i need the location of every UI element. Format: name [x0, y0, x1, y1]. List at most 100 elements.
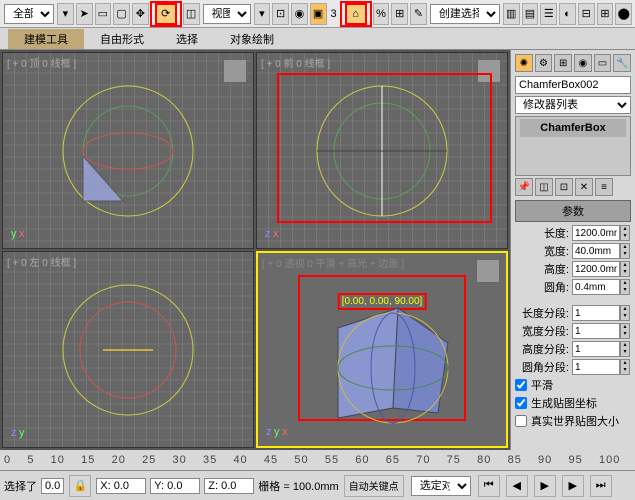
- main-toolbar: 全部 ▾ ➤ ▭ ▢ ✥ ⟳ ◫ 视图 ▾ ⊡ ◉ ▣ 3 ⌂ % ⊞ ✎ 创建…: [0, 0, 635, 28]
- realworld-label: 真实世界贴图大小: [531, 413, 619, 429]
- rect-select-icon[interactable]: ▭: [95, 3, 112, 25]
- object-name-input[interactable]: [515, 76, 631, 94]
- spinner-icon[interactable]: ▴▾: [620, 261, 630, 277]
- snap-highlight: ⌂: [340, 1, 372, 27]
- time-ruler: 0 5 10 15 20 25 30 35 40 45 50 55 60 65 …: [4, 454, 620, 466]
- rotate-gizmo: [48, 71, 208, 231]
- scale-icon[interactable]: ◫: [183, 3, 200, 25]
- hierarchy-tab-icon[interactable]: ⊞: [554, 54, 572, 72]
- spinner-icon[interactable]: ▴▾: [620, 243, 630, 259]
- tab-modeling[interactable]: 建模工具: [8, 29, 84, 49]
- spinner-icon[interactable]: ▴▾: [620, 359, 630, 375]
- move-icon[interactable]: ✥: [132, 3, 149, 25]
- tab-objectpaint[interactable]: 对象绘制: [214, 29, 290, 49]
- genmap-label: 生成贴图坐标: [531, 395, 597, 411]
- rotate-icon[interactable]: ⟳: [155, 3, 177, 25]
- smooth-checkbox[interactable]: [515, 379, 527, 391]
- spinner-icon[interactable]: ▴▾: [620, 305, 630, 321]
- command-tabs: ✺ ⚙ ⊞ ◉ ▭ 🔧: [515, 54, 631, 72]
- params-rollout-header[interactable]: 参数: [515, 200, 631, 222]
- tool-btn[interactable]: ◉: [291, 3, 308, 25]
- viewport-label: [ + 0 透视 0 平滑 + 高光 + 边面 ]: [262, 255, 404, 270]
- tool-btn[interactable]: ▣: [310, 3, 327, 25]
- angle-snap-icon[interactable]: ⌂: [345, 3, 367, 25]
- fseg-label: 圆角分段:: [515, 359, 569, 375]
- tab-freeform[interactable]: 自由形式: [84, 29, 160, 49]
- width-input[interactable]: [572, 243, 620, 259]
- tool-btn[interactable]: ✎: [410, 3, 427, 25]
- viewport-label: [ + 0 左 0 线框 ]: [7, 254, 76, 269]
- curve-editor-icon[interactable]: ⊟: [578, 3, 595, 25]
- axis-tripod: y x: [11, 228, 25, 240]
- modifier-stack[interactable]: ChamferBox: [515, 116, 631, 176]
- axis-tripod: z x: [265, 228, 279, 240]
- arrow-icon[interactable]: ➤: [76, 3, 93, 25]
- play-prev-icon[interactable]: ◀: [506, 475, 528, 497]
- coord-z[interactable]: Z: 0.0: [204, 478, 254, 494]
- length-input[interactable]: [572, 225, 620, 241]
- spinner-icon[interactable]: ▴▾: [620, 323, 630, 339]
- autokey-button[interactable]: 自动关键点: [344, 475, 404, 497]
- align-icon[interactable]: ▤: [522, 3, 539, 25]
- lock-selection-icon[interactable]: 🔒: [69, 475, 91, 497]
- unique-icon[interactable]: ⊡: [555, 178, 573, 196]
- keymode-dropdown[interactable]: 选定对象: [411, 476, 471, 496]
- play-end-icon[interactable]: ⏭: [590, 475, 612, 497]
- layers-icon[interactable]: ☰: [540, 3, 557, 25]
- utilities-tab-icon[interactable]: 🔧: [613, 54, 631, 72]
- refcoord-dropdown[interactable]: 视图: [203, 4, 251, 24]
- modifier-list-dropdown[interactable]: 修改器列表: [515, 96, 631, 114]
- viewport-perspective[interactable]: [ + 0 透视 0 平滑 + 高光 + 边面 ] [0.00, 0.00, 9…: [256, 251, 508, 448]
- spinner-icon[interactable]: ▴▾: [620, 225, 630, 241]
- tool-btn[interactable]: ▾: [57, 3, 74, 25]
- tool-btn[interactable]: ⊞: [597, 3, 614, 25]
- viewport-label: [ + 0 顶 0 线框 ]: [7, 55, 76, 70]
- show-result-icon[interactable]: ◫: [535, 178, 553, 196]
- axis-tripod: z y: [11, 427, 25, 439]
- viewports: [ + 0 顶 0 线框 ] y x [ + 0 前 0 线框 ] z x: [0, 50, 510, 450]
- fseg-input[interactable]: [572, 359, 620, 375]
- viewport-top[interactable]: [ + 0 顶 0 线框 ] y x: [2, 52, 254, 249]
- realworld-checkbox[interactable]: [515, 415, 527, 427]
- length-label: 长度:: [515, 225, 569, 241]
- display-tab-icon[interactable]: ▭: [594, 54, 612, 72]
- configure-icon[interactable]: ≡: [595, 178, 613, 196]
- coord-x[interactable]: X: 0.0: [96, 478, 146, 494]
- height-input[interactable]: [572, 261, 620, 277]
- motion-tab-icon[interactable]: ◉: [574, 54, 592, 72]
- spinner-icon[interactable]: ▴▾: [620, 279, 630, 295]
- create-tab-icon[interactable]: ✺: [515, 54, 533, 72]
- wseg-input[interactable]: [572, 323, 620, 339]
- viewport-left[interactable]: [ + 0 左 0 线框 ] z y: [2, 251, 254, 448]
- tool-btn[interactable]: ◐: [559, 3, 576, 25]
- viewcube-icon[interactable]: [223, 59, 247, 83]
- mirror-icon[interactable]: ▥: [503, 3, 520, 25]
- ribbon-bar: 建模工具 自由形式 选择 对象绘制: [0, 28, 635, 50]
- fillet-input[interactable]: [572, 279, 620, 295]
- selection-set-dropdown[interactable]: 创建选择集: [430, 4, 500, 24]
- play-start-icon[interactable]: ⏮: [478, 475, 500, 497]
- hseg-input[interactable]: [572, 341, 620, 357]
- remove-mod-icon[interactable]: ✕: [575, 178, 593, 196]
- timeline[interactable]: 0 5 10 15 20 25 30 35 40 45 50 55 60 65 …: [0, 450, 635, 470]
- tool-btn[interactable]: ⊡: [272, 3, 289, 25]
- stack-item[interactable]: ChamferBox: [520, 119, 626, 137]
- percent-snap-icon[interactable]: %: [373, 3, 390, 25]
- status-bar: 选择了 0.0 🔒 X: 0.0 Y: 0.0 Z: 0.0 栅格 = 100.…: [0, 470, 635, 500]
- center-icon[interactable]: ▾: [254, 3, 271, 25]
- lseg-input[interactable]: [572, 305, 620, 321]
- material-icon[interactable]: ⬤: [615, 3, 632, 25]
- viewport-front[interactable]: [ + 0 前 0 线框 ] z x: [256, 52, 508, 249]
- spinner-icon[interactable]: ▴▾: [620, 341, 630, 357]
- tool-btn[interactable]: ⊞: [391, 3, 408, 25]
- pin-stack-icon[interactable]: 📌: [515, 178, 533, 196]
- tab-selection[interactable]: 选择: [160, 29, 214, 49]
- tool-btn[interactable]: ▢: [113, 3, 130, 25]
- play-icon[interactable]: ▶: [534, 475, 556, 497]
- coord-y[interactable]: Y: 0.0: [150, 478, 200, 494]
- genmap-checkbox[interactable]: [515, 397, 527, 409]
- filter-dropdown[interactable]: 全部: [4, 4, 54, 24]
- play-next-icon[interactable]: ▶: [562, 475, 584, 497]
- modify-tab-icon[interactable]: ⚙: [535, 54, 553, 72]
- command-panel: ✺ ⚙ ⊞ ◉ ▭ 🔧 修改器列表 ChamferBox 📌 ◫ ⊡ ✕ ≡ 参…: [510, 50, 635, 450]
